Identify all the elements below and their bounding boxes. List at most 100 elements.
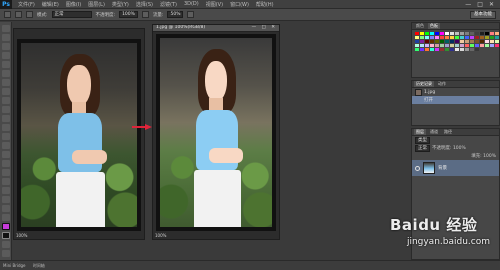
timeline-tab[interactable]: 时间轴 — [33, 263, 45, 268]
swatch-color[interactable] — [440, 48, 444, 51]
tab-channels[interactable]: 通道 — [428, 129, 440, 135]
pressure-opacity-icon[interactable] — [141, 11, 149, 18]
swatch-color[interactable] — [420, 48, 424, 51]
canvas[interactable] — [17, 39, 141, 231]
swatch-color[interactable] — [450, 40, 454, 43]
swatch-color[interactable] — [425, 48, 429, 51]
document-window-edited[interactable]: 1.jpg @ 100%(RGB/8) — □ ✕ 100% — [152, 24, 280, 240]
path-select-tool-icon[interactable] — [1, 169, 10, 176]
swatch-color[interactable] — [430, 44, 434, 47]
swatch-color[interactable] — [485, 44, 489, 47]
swatch-color[interactable] — [475, 40, 479, 43]
layer-opacity[interactable]: 不透明度: 100% — [432, 145, 466, 151]
menu-3d[interactable]: 3D(D) — [184, 1, 199, 8]
menu-layer[interactable]: 图层(L) — [88, 1, 105, 8]
swatch-color[interactable] — [435, 44, 439, 47]
swatch-color[interactable] — [415, 32, 419, 35]
swatch-color[interactable] — [415, 48, 419, 51]
swatch-color[interactable] — [455, 36, 459, 39]
swatch-color[interactable] — [415, 36, 419, 39]
airbrush-icon[interactable] — [187, 11, 195, 18]
swatch-color[interactable] — [465, 48, 469, 51]
swatch-color[interactable] — [480, 44, 484, 47]
hand-tool-icon[interactable] — [1, 187, 10, 194]
swatch-color[interactable] — [430, 32, 434, 35]
tab-swatches[interactable]: 色板 — [428, 23, 440, 29]
shape-tool-icon[interactable] — [1, 178, 10, 185]
swatch-color[interactable] — [470, 36, 474, 39]
canvas[interactable] — [156, 34, 276, 231]
eye-icon[interactable] — [415, 165, 420, 171]
menu-filter[interactable]: 滤镜(T) — [160, 1, 177, 8]
swatch-color[interactable] — [425, 32, 429, 35]
swatch-color[interactable] — [450, 36, 454, 39]
swatch-color[interactable] — [490, 40, 494, 43]
opacity-field[interactable]: 100% — [119, 11, 138, 18]
swatch-color[interactable] — [460, 44, 464, 47]
screen-mode-icon[interactable] — [1, 250, 10, 257]
brush-tool-icon-side[interactable] — [1, 88, 10, 95]
brush-tool-icon[interactable] — [4, 11, 11, 18]
history-snapshot[interactable]: 1.jpg — [412, 88, 499, 96]
zoom-level[interactable]: 100% — [155, 233, 166, 238]
menu-window[interactable]: 窗口(W) — [230, 1, 249, 8]
eyedropper-tool-icon[interactable] — [1, 70, 10, 77]
minimize-icon[interactable]: — — [465, 1, 471, 8]
swatch-color[interactable] — [430, 40, 434, 43]
swatch-color[interactable] — [435, 48, 439, 51]
foreground-color-swatch[interactable] — [1, 223, 10, 230]
gradient-tool-icon[interactable] — [1, 124, 10, 131]
swatch-color[interactable] — [465, 32, 469, 35]
swatch-color[interactable] — [495, 36, 499, 39]
swatch-color[interactable] — [465, 44, 469, 47]
dodge-tool-icon[interactable] — [1, 142, 10, 149]
swatch-color[interactable] — [450, 44, 454, 47]
swatch-color[interactable] — [420, 36, 424, 39]
brush-panel-icon[interactable] — [26, 11, 33, 18]
extra-tools-icon[interactable] — [1, 205, 10, 212]
mini-bridge-tab[interactable]: Mini Bridge — [3, 263, 26, 268]
eraser-tool-icon[interactable] — [1, 115, 10, 122]
flow-field[interactable]: 50% — [167, 11, 184, 18]
lasso-tool-icon[interactable] — [1, 43, 10, 50]
crop-tool-icon[interactable] — [1, 61, 10, 68]
swatch-color[interactable] — [425, 36, 429, 39]
swatch-color[interactable] — [495, 32, 499, 35]
swatch-color[interactable] — [490, 32, 494, 35]
swatch-color[interactable] — [485, 36, 489, 39]
layer-row[interactable]: 背景 — [412, 160, 499, 176]
swatch-color[interactable] — [445, 36, 449, 39]
swatch-color[interactable] — [430, 36, 434, 39]
swatch-color[interactable] — [445, 40, 449, 43]
swatch-color[interactable] — [455, 48, 459, 51]
menu-help[interactable]: 帮助(H) — [256, 1, 274, 8]
healing-tool-icon[interactable] — [1, 79, 10, 86]
swatch-color[interactable] — [460, 48, 464, 51]
maximize-icon[interactable]: □ — [477, 1, 483, 8]
swatch-color[interactable] — [455, 44, 459, 47]
menu-file[interactable]: 文件(F) — [18, 1, 35, 8]
swatch-color[interactable] — [420, 32, 424, 35]
tab-actions[interactable]: 动作 — [436, 81, 448, 87]
swatch-color[interactable] — [480, 36, 484, 39]
swatch-color[interactable] — [485, 32, 489, 35]
document-title-bar[interactable]: 1.jpg @ 100%(RGB/8) — □ ✕ — [153, 25, 279, 32]
swatch-color[interactable] — [485, 40, 489, 43]
swatch-color[interactable] — [470, 44, 474, 47]
layer-blend-select[interactable]: 正常 — [415, 144, 430, 152]
history-item[interactable]: 打开 — [412, 96, 499, 104]
tab-paths[interactable]: 路径 — [442, 129, 454, 135]
swatch-color[interactable] — [455, 40, 459, 43]
menu-view[interactable]: 视图(V) — [206, 1, 223, 8]
history-brush-tool-icon[interactable] — [1, 106, 10, 113]
tab-history[interactable]: 历史记录 — [414, 81, 434, 87]
swatch-color[interactable] — [495, 44, 499, 47]
marquee-tool-icon[interactable] — [1, 34, 10, 41]
menu-select[interactable]: 选择(S) — [136, 1, 153, 8]
move-tool-icon[interactable] — [1, 25, 10, 32]
mode-select[interactable]: 正常 — [51, 11, 92, 18]
swatch-color[interactable] — [425, 40, 429, 43]
zoom-tool-icon[interactable] — [1, 196, 10, 203]
workspace-select[interactable]: 基本功能 — [470, 10, 496, 19]
swatch-color[interactable] — [425, 44, 429, 47]
